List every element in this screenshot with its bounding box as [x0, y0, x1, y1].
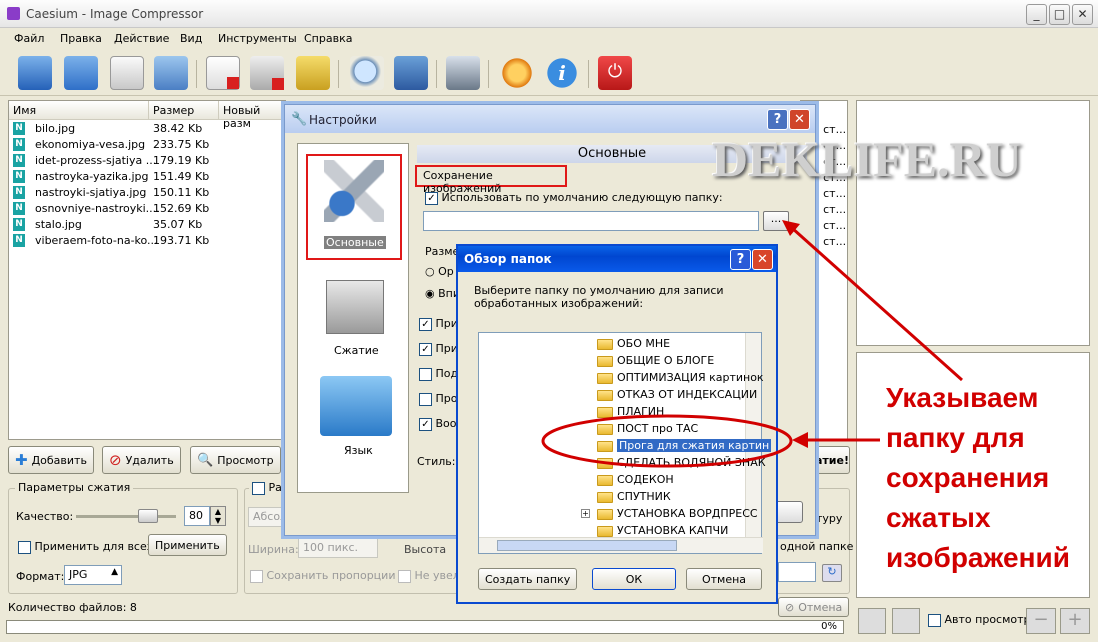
annotation-line-4: сжатых: [886, 502, 991, 533]
annotation-line-5: изображений: [886, 542, 1070, 573]
annotation-line-1: Указываем: [886, 382, 1039, 413]
highlight-ellipse: [541, 414, 793, 468]
arrowhead-folder: [792, 432, 808, 448]
annotation-line-3: сохранения: [886, 462, 1050, 493]
annotation-line-2: папку для: [886, 422, 1025, 453]
arrow-to-browse: [791, 226, 963, 382]
